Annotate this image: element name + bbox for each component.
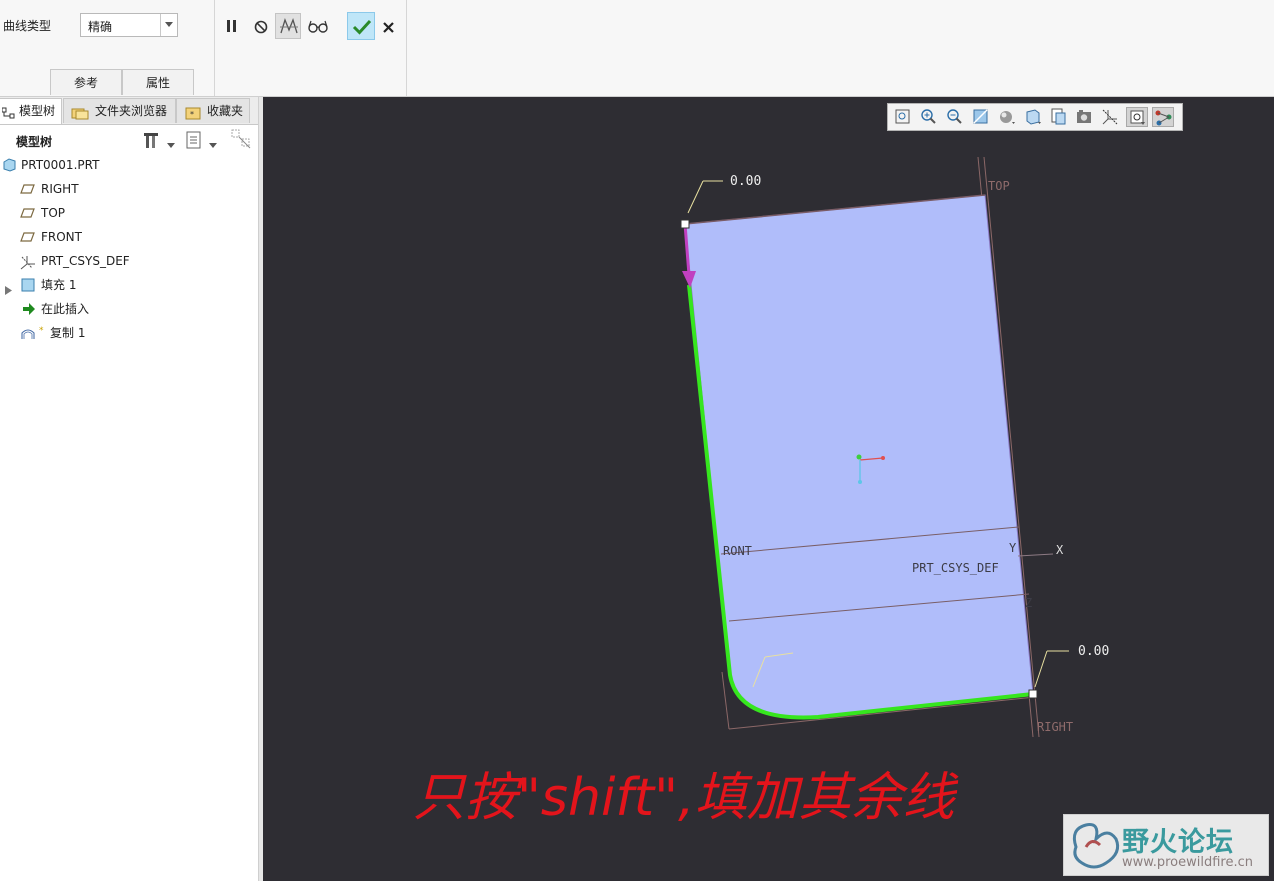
- no-preview-button[interactable]: [248, 13, 274, 39]
- tab-properties[interactable]: 属性: [122, 69, 194, 95]
- annotation-text: 只按"shift",填加其余线: [413, 768, 960, 828]
- datum-display-button[interactable]: [1126, 107, 1148, 127]
- pause-icon: [227, 20, 236, 32]
- navigator-panel: 模型树 文件夹浏览器 * 收藏夹 模型树 PRT0001.PRT RIGHT T…: [0, 97, 258, 881]
- datum-plane-icon: [20, 230, 36, 250]
- filter-tree-icon[interactable]: [230, 128, 252, 153]
- tree-item-label: FRONT: [41, 230, 82, 244]
- tab-folder-browser[interactable]: 文件夹浏览器: [63, 98, 176, 123]
- refit-button[interactable]: [892, 107, 914, 127]
- csys-z-label: Z: [1025, 596, 1032, 610]
- handwritten-annotation: 只按"shift",填加其余线: [413, 768, 960, 828]
- graphics-window[interactable]: TOP RIGHT RONT 0.00 0.00 Y X Z PRT_CSYS_…: [263, 97, 1274, 881]
- watermark-url: www.proewildfire.cn: [1122, 855, 1253, 870]
- plane-label-top: TOP: [988, 179, 1010, 193]
- repaint-icon: [973, 109, 988, 124]
- cancel-button[interactable]: [376, 13, 402, 39]
- expand-arrow-icon[interactable]: [5, 281, 13, 301]
- tree-item-label: PRT_CSYS_DEF: [41, 254, 130, 268]
- datum-plane-icon: [20, 206, 36, 226]
- settings-tools-icon[interactable]: [142, 130, 162, 153]
- view-manager-icon: [1051, 108, 1066, 125]
- tree-item-label: 填充 1: [41, 278, 77, 292]
- datum-plane-icon: [20, 182, 36, 202]
- view-manager-button[interactable]: [1048, 107, 1070, 127]
- glasses-icon: [308, 20, 328, 33]
- plane-label-right: RIGHT: [1037, 720, 1073, 734]
- chevron-down-icon[interactable]: [160, 14, 177, 36]
- zoom-out-button[interactable]: [944, 107, 966, 127]
- copy-feature-icon: *: [20, 326, 50, 348]
- model-tree-title: 模型树: [16, 135, 53, 149]
- curve-type-label: 曲线类型: [3, 19, 52, 33]
- prohibit-icon: [254, 20, 268, 34]
- display-style-button[interactable]: [996, 107, 1018, 127]
- preview-geometry-icon: [280, 18, 298, 34]
- csys-icon: [19, 254, 37, 276]
- saved-views-icon: [1026, 109, 1041, 125]
- csys-x-label: X: [1056, 543, 1064, 557]
- feature-dashboard: 曲线类型 精确 参考 属性: [0, 0, 1274, 97]
- datum-display-icon: [1130, 110, 1145, 125]
- tab-properties-label: 属性: [145, 76, 170, 90]
- annotation-display-icon: [1155, 110, 1172, 126]
- zoom-out-icon: [947, 109, 962, 124]
- check-icon: [352, 19, 372, 35]
- chevron-down-icon[interactable]: [209, 137, 217, 151]
- tab-references[interactable]: 参考: [50, 69, 122, 95]
- saved-orientations-button[interactable]: [1022, 107, 1044, 127]
- pause-button[interactable]: [219, 13, 245, 39]
- tree-item-label: TOP: [41, 206, 66, 220]
- end-point-handle[interactable]: 0.00: [1028, 644, 1109, 699]
- curve-type-value: 精确: [88, 20, 113, 34]
- watermark-title: 野火论坛: [1122, 827, 1234, 858]
- view-toolbar: [887, 103, 1183, 131]
- svg-text:*: *: [190, 110, 194, 119]
- forum-logo-icon: [1072, 823, 1120, 869]
- geometry-preview-button[interactable]: [275, 13, 301, 39]
- refit-icon: [895, 109, 910, 124]
- tab-references-label: 参考: [73, 76, 98, 90]
- tab-favorites-label: 收藏夹: [207, 104, 244, 118]
- tab-favorites[interactable]: * 收藏夹: [176, 98, 250, 123]
- csys-display-icon: [1102, 109, 1118, 125]
- dimension-end-value[interactable]: 0.00: [1078, 644, 1109, 659]
- tree-item-label: RIGHT: [41, 182, 79, 196]
- model-tree-header: 模型树: [0, 125, 258, 155]
- part-icon: [2, 158, 16, 178]
- navigator-tabs: 模型树 文件夹浏览器 * 收藏夹: [0, 97, 258, 125]
- repaint-button[interactable]: [970, 107, 992, 127]
- csys-y-label: Y: [1009, 541, 1017, 555]
- ribbon-divider: [406, 0, 407, 96]
- tab-folder-browser-label: 文件夹浏览器: [95, 104, 168, 118]
- camera-icon: [1077, 110, 1091, 123]
- tab-model-tree-label: 模型树: [19, 104, 56, 118]
- tab-model-tree[interactable]: 模型树: [0, 98, 62, 124]
- csys-display-button[interactable]: [1100, 107, 1122, 127]
- fill-feature-icon: [21, 278, 35, 298]
- model-canvas[interactable]: TOP RIGHT RONT 0.00 0.00 Y X Z PRT_CSYS_…: [263, 97, 1274, 881]
- svg-text:*: *: [39, 326, 44, 336]
- shading-icon: [1000, 111, 1015, 124]
- tree-item-label: PRT0001.PRT: [21, 158, 100, 172]
- annotation-display-button[interactable]: [1152, 107, 1174, 127]
- show-list-icon[interactable]: [185, 130, 203, 153]
- dimension-start-value[interactable]: 0.00: [730, 174, 761, 189]
- perspective-view-button[interactable]: [1074, 107, 1096, 127]
- zoom-in-icon: [921, 109, 936, 124]
- verify-mode-button[interactable]: [305, 13, 331, 39]
- chevron-down-icon[interactable]: [167, 137, 175, 151]
- ok-button[interactable]: [347, 12, 375, 40]
- close-icon: [383, 22, 394, 33]
- csys-name-label: PRT_CSYS_DEF: [912, 561, 999, 575]
- tree-item-label: 复制 1: [50, 326, 86, 340]
- zoom-in-button[interactable]: [918, 107, 940, 127]
- insert-here-arrow-icon: [22, 302, 36, 322]
- tree-item-label: 在此插入: [41, 302, 90, 316]
- ribbon-divider: [214, 0, 215, 96]
- plane-label-front: RONT: [723, 544, 752, 558]
- forum-watermark: 野火论坛 www.proewildfire.cn: [1063, 814, 1269, 876]
- curve-type-dropdown[interactable]: 精确: [80, 13, 178, 37]
